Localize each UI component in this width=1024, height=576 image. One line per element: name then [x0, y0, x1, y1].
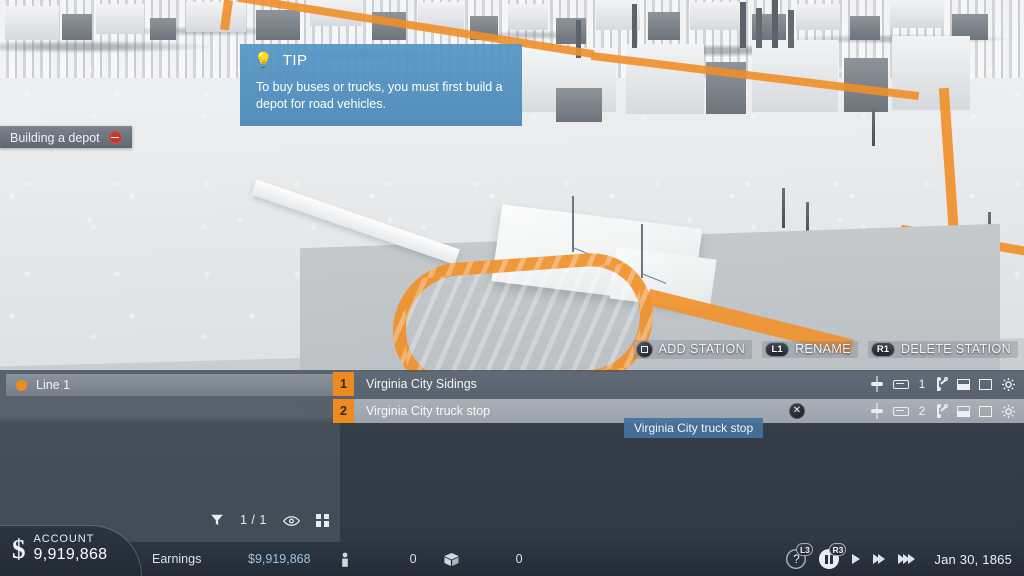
lamp-post-2 — [641, 224, 643, 278]
gear-icon[interactable] — [1001, 404, 1016, 419]
time-controls: ? L3 R3 Jan 30, 1865 — [786, 542, 1012, 576]
play-icon[interactable] — [852, 554, 861, 564]
pause-icon[interactable]: R3 — [819, 543, 847, 569]
l3-stick-badge: L3 — [796, 543, 814, 556]
delete-station-label: DELETE STATION — [900, 342, 1011, 356]
station-row-controls: 1 — [870, 376, 1024, 392]
load-empty-icon[interactable] — [979, 405, 992, 417]
tip-title: TIP — [282, 52, 308, 69]
depot-badge-label: Building a depot — [10, 130, 100, 145]
table-row[interactable]: 1 Virginia City Sidings 1 — [333, 372, 1024, 396]
add-station-prompt[interactable]: ADD STATION — [632, 339, 753, 359]
rename-label: RENAME — [795, 342, 851, 356]
load-partial-icon[interactable] — [957, 405, 970, 417]
tip-header: 💡 TIP — [240, 44, 522, 71]
station-row-controls: 2 — [870, 403, 1024, 419]
line-label: Line 1 — [36, 378, 71, 392]
tip-body: To buy buses or trucks, you must first b… — [256, 80, 503, 112]
load-partial-icon[interactable] — [957, 378, 970, 390]
panel-toolbar: 1 / 1 — [210, 513, 329, 527]
cargo-box-icon — [443, 552, 459, 567]
load-empty-icon[interactable] — [979, 378, 992, 390]
lightbulb-icon: 💡 — [254, 52, 273, 69]
tip-tooltip: 💡 TIP To buy buses or trucks, you must f… — [240, 44, 522, 126]
line-color-dot — [16, 379, 27, 391]
delete-station-prompt[interactable]: R1 DELETE STATION — [867, 340, 1018, 358]
grid-view-icon[interactable] — [315, 513, 329, 527]
very-fast-forward-icon[interactable] — [898, 554, 916, 564]
vehicle-count: 1 — [918, 377, 926, 391]
platform-icon[interactable] — [893, 406, 909, 416]
building-a-depot-badge[interactable]: Building a depot — [0, 126, 132, 148]
passenger-count: 0 — [409, 552, 417, 566]
branch-switch-icon[interactable] — [935, 403, 948, 419]
add-station-label: ADD STATION — [658, 342, 746, 356]
earnings-value: $9,919,868 — [248, 552, 311, 566]
vehicle-count: 2 — [918, 404, 926, 418]
line-list-item-line-1[interactable]: Line 1 — [6, 374, 334, 396]
station-index: 1 — [333, 372, 354, 396]
cargo-count: 0 — [515, 552, 523, 566]
close-circle-icon[interactable]: ✕ — [789, 403, 805, 419]
tree-3 — [872, 108, 875, 146]
line-manager-panel: Line 1 1 Virginia City Sidings 1 2 Virgi… — [0, 370, 1024, 542]
cargo-stat: 0 — [443, 552, 523, 567]
filter-count: 1 / 1 — [240, 513, 267, 527]
currency-symbol: $ — [12, 533, 26, 564]
station-name[interactable]: Virginia City truck stop — [366, 404, 490, 418]
account-label: ACCOUNT — [33, 533, 95, 546]
filter-funnel-icon[interactable] — [210, 513, 224, 527]
controller-prompt-bar: ADD STATION L1 RENAME R1 DELETE STATION — [632, 338, 1018, 360]
earnings-group: Earnings $9,919,868 0 0 — [152, 542, 523, 576]
passenger-stat: 0 — [337, 552, 417, 567]
eye-icon[interactable] — [282, 514, 300, 526]
station-index: 2 — [333, 399, 354, 423]
r1-button-icon: R1 — [870, 341, 895, 357]
station-name[interactable]: Virginia City Sidings — [366, 377, 477, 391]
square-button-icon — [635, 340, 653, 358]
fast-forward-icon[interactable] — [873, 554, 886, 564]
branch-switch-icon[interactable] — [935, 376, 948, 392]
stop-marker-icon[interactable] — [870, 403, 884, 419]
question-mark-icon[interactable]: ? L3 — [786, 543, 814, 569]
station-hover-tooltip: Virginia City truck stop — [624, 418, 764, 438]
earnings-label: Earnings — [152, 552, 202, 566]
game-date: Jan 30, 1865 — [934, 551, 1012, 567]
platform-icon[interactable] — [893, 379, 909, 389]
passenger-icon — [337, 552, 353, 567]
l1-button-icon: L1 — [765, 341, 790, 357]
gear-icon[interactable] — [1001, 377, 1016, 392]
game-screen: 💡 TIP To buy buses or trucks, you must f… — [0, 0, 1024, 576]
tree-1 — [782, 188, 785, 228]
stop-marker-icon[interactable] — [870, 376, 884, 392]
account-value: 9,919,868 — [33, 546, 108, 564]
rename-prompt[interactable]: L1 RENAME — [762, 340, 858, 358]
r3-stick-badge: R3 — [829, 543, 847, 556]
lamp-post-1 — [572, 196, 574, 252]
minus-circle-icon[interactable] — [108, 131, 122, 144]
